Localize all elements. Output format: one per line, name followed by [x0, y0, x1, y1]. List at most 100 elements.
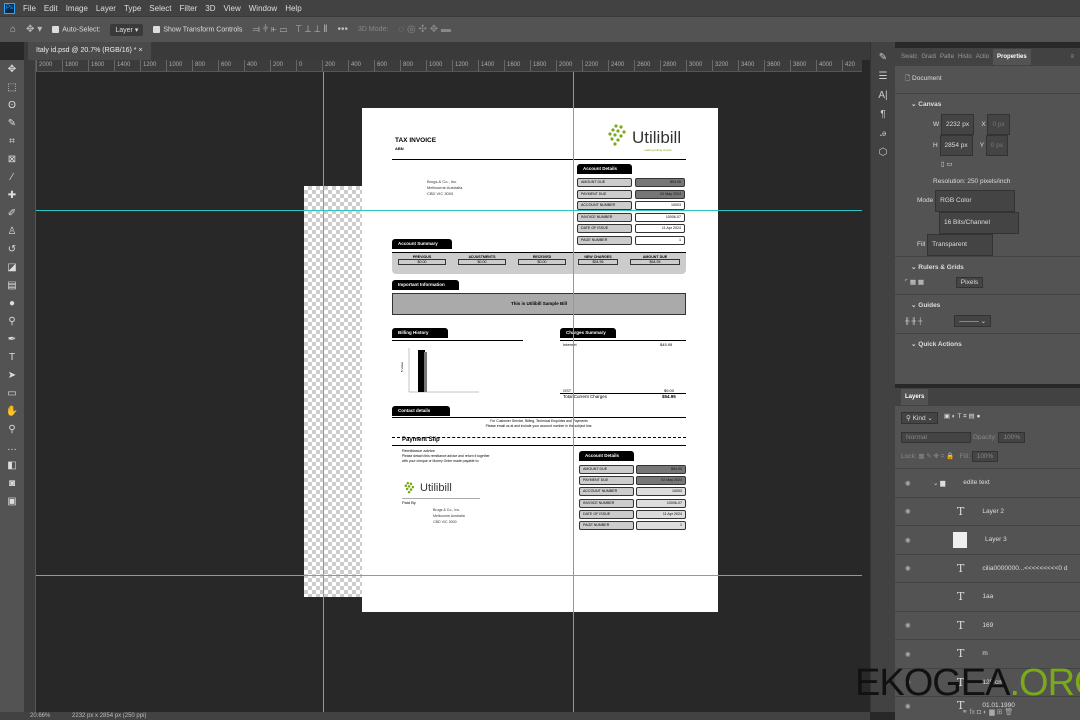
units-dropdown[interactable]: Pixels: [955, 277, 984, 288]
crop-tool-icon[interactable]: ⌗: [4, 134, 20, 150]
layers-footer-icons[interactable]: ⚭ fx ◘ ◐ ▆ ⊞ 🗑: [895, 708, 1080, 720]
stamp-tool-icon[interactable]: ♙: [4, 224, 20, 240]
menu-image[interactable]: Image: [66, 4, 88, 13]
guide-horizontal[interactable]: [36, 210, 862, 211]
lock-guides-icon[interactable]: ╫: [911, 318, 916, 325]
hand-tool-icon[interactable]: ✋: [4, 404, 20, 420]
blend-mode-dropdown[interactable]: Normal: [901, 432, 971, 443]
layer-item[interactable]: ◉ T 169: [895, 610, 1080, 640]
tab-properties[interactable]: Properties: [993, 49, 1031, 65]
menu-edit[interactable]: Edit: [44, 4, 58, 13]
layer-item[interactable]: ◉ T Layer 2: [895, 496, 1080, 526]
layer-item[interactable]: ◉ Tcilia0000000...<<<<<<<<<0 d: [895, 553, 1080, 583]
bit-depth-dropdown[interactable]: 16 Bits/Channel: [939, 212, 1019, 234]
tab-patterns[interactable]: Patte: [940, 54, 954, 60]
landscape-icon[interactable]: ▭: [946, 161, 952, 168]
screen-mode-icon[interactable]: ▣: [4, 494, 20, 510]
width-input[interactable]: 2232 px: [940, 114, 975, 135]
height-input[interactable]: 2854 px: [939, 135, 973, 156]
guide-vertical[interactable]: [573, 72, 574, 712]
brush-tool-icon[interactable]: ✐: [4, 206, 20, 222]
visibility-eye-icon[interactable]: ◉: [905, 479, 915, 487]
fill-dropdown[interactable]: Transparent: [927, 234, 994, 256]
menu-window[interactable]: Window: [249, 4, 277, 13]
visibility-eye-icon[interactable]: ◉: [905, 536, 915, 544]
color-swatches-icon[interactable]: ◧: [4, 458, 20, 474]
menu-type[interactable]: Type: [124, 4, 141, 13]
tab-actions[interactable]: Actio: [976, 54, 989, 60]
rectangle-tool-icon[interactable]: ▭: [4, 386, 20, 402]
tab-layers[interactable]: Layers: [901, 389, 929, 405]
pixel-grid-icon[interactable]: ▩: [918, 279, 924, 286]
tab-history[interactable]: Histo: [958, 54, 972, 60]
guides-icon[interactable]: ╫: [905, 318, 910, 325]
visibility-eye-icon[interactable]: ◉: [905, 507, 915, 515]
filter-icons[interactable]: ▣ ◐ T ⌗ ▤ ●: [944, 412, 981, 424]
healing-tool-icon[interactable]: ✚: [4, 188, 20, 204]
menu-layer[interactable]: Layer: [96, 4, 116, 13]
layer-group[interactable]: ◉ ⌄ ▆ edite text: [895, 468, 1080, 497]
auto-select-dropdown[interactable]: Layer ▾: [110, 23, 144, 36]
quick-select-tool-icon[interactable]: ✎: [4, 116, 20, 132]
tab-swatches[interactable]: Swatc: [901, 54, 917, 60]
layer-item[interactable]: ◉ Layer 3: [895, 525, 1080, 554]
3d-icon[interactable]: ⬡: [879, 147, 888, 158]
menu-help[interactable]: Help: [285, 4, 301, 13]
character-icon[interactable]: A|: [878, 90, 887, 101]
lasso-tool-icon[interactable]: ʘ: [4, 98, 20, 114]
menu-file[interactable]: File: [23, 4, 36, 13]
more-icon[interactable]: •••: [337, 24, 348, 35]
guide-vertical[interactable]: [323, 72, 324, 712]
guide-horizontal[interactable]: [36, 575, 862, 576]
guides-section[interactable]: ⌄ Guides: [895, 294, 1080, 313]
guide-color-dropdown[interactable]: ——— ⌄: [954, 315, 992, 327]
blur-tool-icon[interactable]: ●: [4, 296, 20, 312]
home-icon[interactable]: ⌂: [10, 24, 16, 35]
menu-select[interactable]: Select: [149, 4, 171, 13]
y-input[interactable]: 0 px: [985, 135, 1009, 156]
vertical-ruler[interactable]: [24, 60, 36, 712]
mode-dropdown[interactable]: RGB Color: [935, 190, 1016, 212]
close-tab-icon[interactable]: ×: [138, 47, 142, 54]
tab-gradients[interactable]: Gradi: [921, 54, 936, 60]
guide-layout-icon[interactable]: ┼: [918, 318, 923, 325]
zoom-level[interactable]: 20.66%: [30, 713, 50, 719]
panel-menu-icon[interactable]: ≡: [1070, 54, 1074, 60]
horizontal-ruler[interactable]: 2000 1800 1600 1400 1200 1000 800 600 400 200 0 200…: [36, 60, 862, 72]
frame-tool-icon[interactable]: ⊠: [4, 152, 20, 168]
more-tools-icon[interactable]: …: [4, 440, 20, 456]
visibility-eye-icon[interactable]: ▫: [905, 593, 915, 600]
libraries-icon[interactable]: ☰: [879, 71, 888, 82]
quick-mask-icon[interactable]: ◙: [4, 476, 20, 492]
quick-actions-section[interactable]: ⌄ Quick Actions: [895, 333, 1080, 352]
visibility-eye-icon[interactable]: ◉: [905, 564, 915, 572]
move-tool-icon[interactable]: ✥ ▾: [26, 24, 42, 35]
grid-icon[interactable]: ▦: [910, 279, 916, 286]
ruler-icon[interactable]: ⌜: [905, 279, 908, 286]
visibility-eye-icon[interactable]: ◉: [905, 650, 915, 658]
path-select-tool-icon[interactable]: ➤: [4, 368, 20, 384]
gradient-tool-icon[interactable]: ▤: [4, 278, 20, 294]
filter-kind-dropdown[interactable]: ⚲ Kind ⌄: [901, 412, 938, 424]
x-input[interactable]: 0 px: [987, 114, 1010, 135]
paragraph-icon[interactable]: ¶: [880, 109, 885, 120]
opacity-input[interactable]: 100%: [998, 432, 1026, 443]
zoom-tool-icon[interactable]: ⚲: [4, 422, 20, 438]
canvas-section[interactable]: ⌄ Canvas: [895, 93, 1080, 112]
move-tool-icon[interactable]: ✥: [4, 62, 20, 78]
eyedropper-tool-icon[interactable]: ⁄: [4, 170, 20, 186]
dodge-tool-icon[interactable]: ⚲: [4, 314, 20, 330]
visibility-eye-icon[interactable]: ◉: [905, 621, 915, 629]
portrait-icon[interactable]: ▯: [941, 161, 945, 168]
menu-view[interactable]: View: [224, 4, 241, 13]
menu-filter[interactable]: Filter: [180, 4, 198, 13]
glyphs-icon[interactable]: ꭿ: [880, 128, 886, 139]
auto-select-checkbox[interactable]: Auto-Select:: [52, 25, 100, 33]
brush-settings-icon[interactable]: ✎: [879, 52, 887, 63]
align-icons[interactable]: ⫤ ⫩ ⫦ ▭ ⊤ ⊥ ⊥ ‖: [252, 24, 327, 35]
layer-item[interactable]: ▫ T 1aa: [895, 582, 1080, 611]
pen-tool-icon[interactable]: ✒: [4, 332, 20, 348]
document-tab[interactable]: Italy id.psd @ 20.7% (RGB/16) * ×: [28, 42, 151, 60]
eraser-tool-icon[interactable]: ◪: [4, 260, 20, 276]
invoice-document[interactable]: TAX INVOICE ABN Utilibill making billing…: [362, 108, 718, 612]
